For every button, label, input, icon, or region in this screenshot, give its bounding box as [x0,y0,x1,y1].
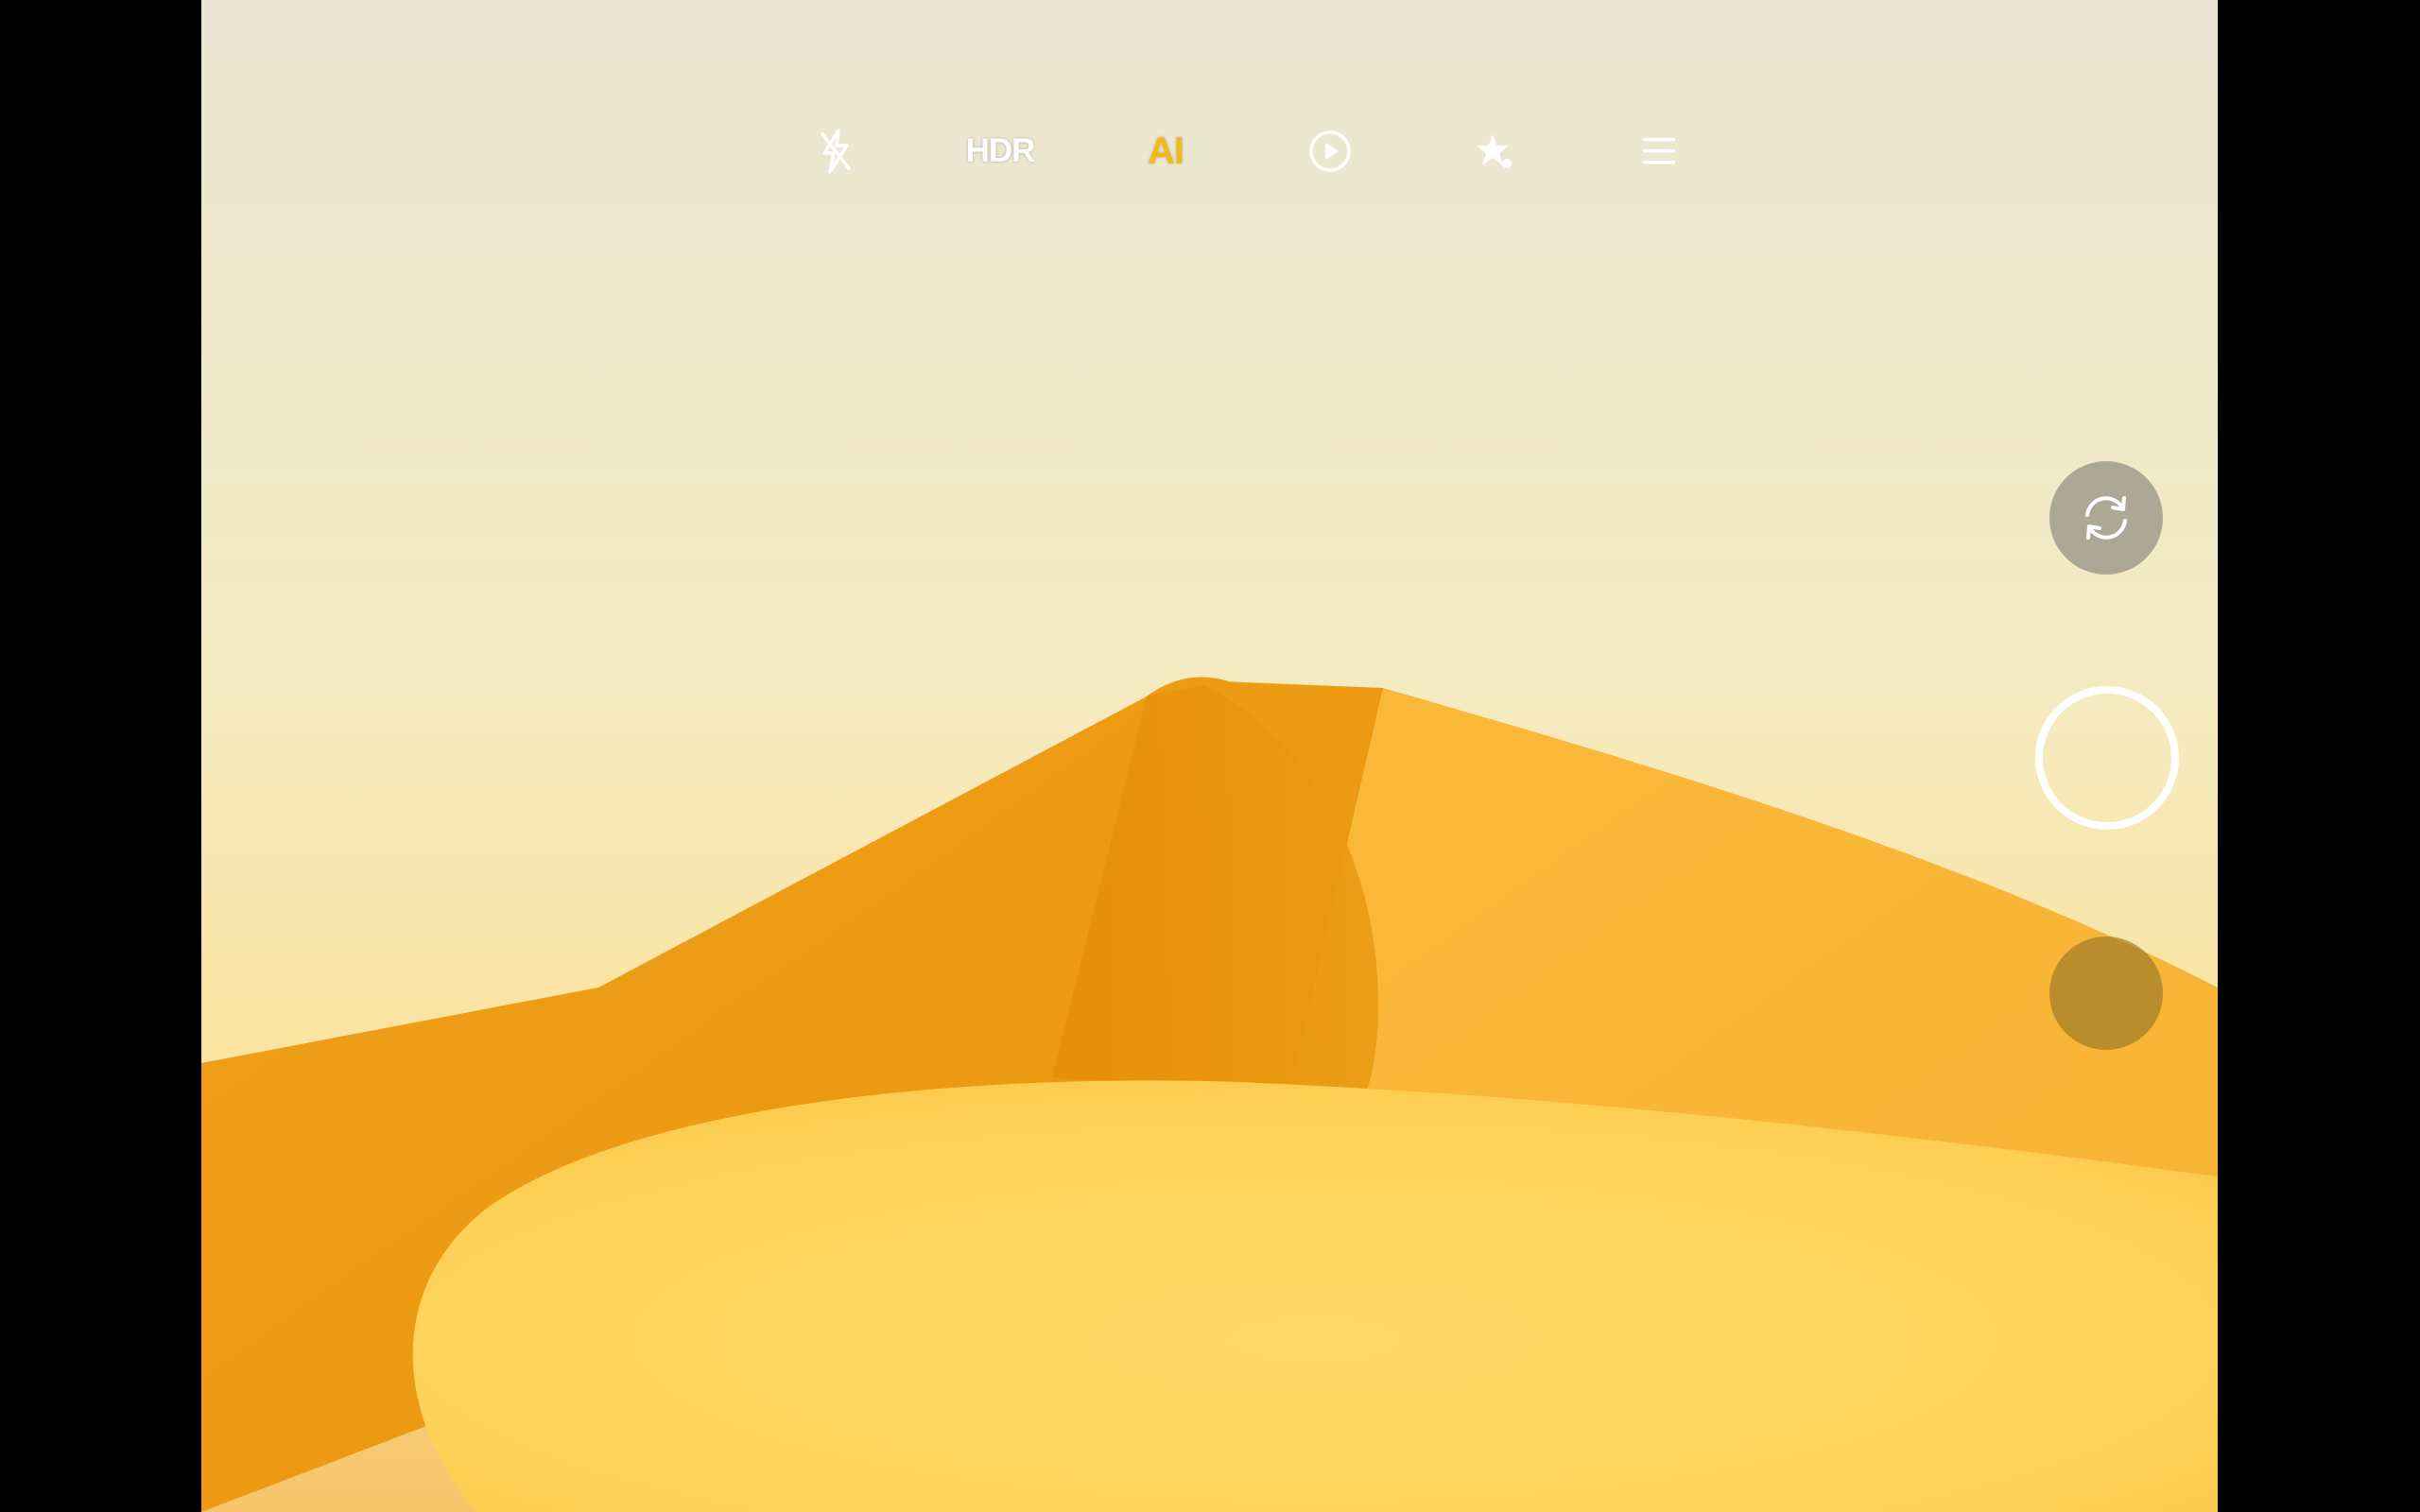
gallery-thumbnail-button[interactable] [2049,936,2163,1050]
live-photo-button[interactable] [1292,113,1368,189]
viewfinder-preview-image [201,0,2218,1512]
live-photo-icon [1309,130,1351,172]
camera-mode-toolbar: HDR AI [201,113,2218,189]
camera-viewfinder[interactable]: HDR AI [201,0,2218,1512]
ai-toggle-button[interactable]: AI [1128,113,1203,189]
flash-off-icon [821,129,851,174]
ai-label: AI [1148,129,1184,172]
menu-icon [1643,138,1675,164]
switch-camera-button[interactable] [2049,461,2163,575]
beauty-star-icon [1477,134,1512,168]
hdr-toggle-button[interactable]: HDR [962,113,1038,189]
camera-switch-icon [2085,496,2127,540]
flash-toggle-button[interactable] [798,113,873,189]
beauty-button[interactable] [1457,113,1532,189]
hdr-label: HDR [965,132,1036,169]
shutter-button[interactable] [2035,686,2179,830]
menu-button[interactable] [1621,113,1697,189]
